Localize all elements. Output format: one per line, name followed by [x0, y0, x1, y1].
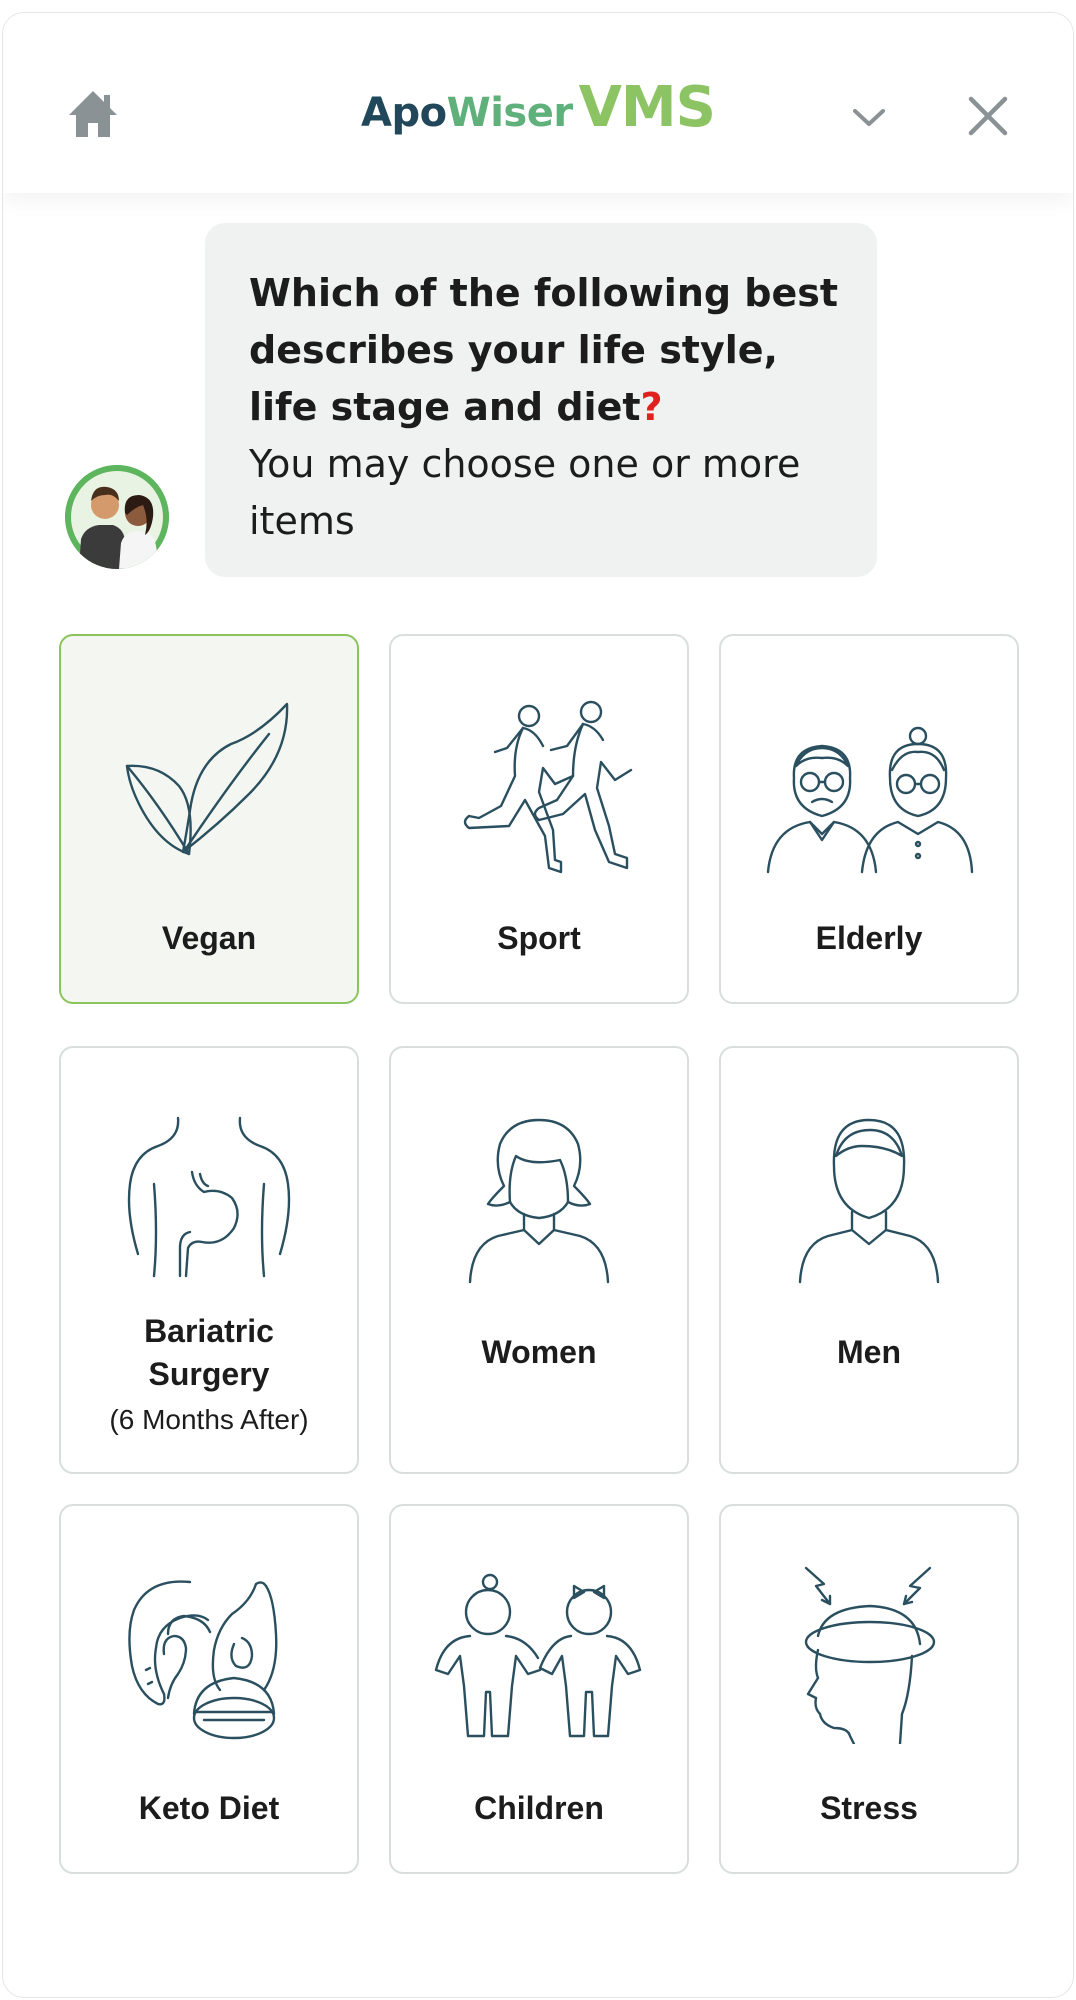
- keto-food-icon: [128, 1580, 278, 1740]
- children-icon: [434, 1573, 642, 1738]
- close-button[interactable]: [963, 91, 1013, 141]
- leaf-icon: [125, 702, 289, 856]
- close-icon: [968, 96, 1008, 136]
- home-button[interactable]: [65, 87, 121, 139]
- option-men[interactable]: Men: [719, 1046, 1019, 1474]
- expand-button[interactable]: [849, 97, 889, 137]
- runners-icon: [463, 700, 633, 874]
- chevron-down-icon: [853, 109, 885, 126]
- home-icon: [69, 91, 117, 137]
- option-label: Stress: [820, 1790, 918, 1826]
- stomach-torso-icon: [127, 1116, 291, 1278]
- option-label: Vegan: [161, 920, 257, 956]
- option-sublabel: (6 Months After): [109, 1404, 309, 1435]
- option-label: Children: [474, 1790, 604, 1826]
- assistant-couple-icon: [65, 465, 169, 569]
- option-label: Keto Diet: [138, 1790, 280, 1826]
- app-window: Apo Wiser VMS Which of the following best …: [2, 12, 1074, 1998]
- app-logo: Apo Wiser VMS: [361, 75, 716, 155]
- option-women[interactable]: Women: [389, 1046, 689, 1474]
- logo-wiser: Wiser: [446, 90, 574, 136]
- option-label: Women: [481, 1334, 597, 1370]
- option-vegan[interactable]: Vegan: [59, 634, 359, 1004]
- option-stress[interactable]: Stress: [719, 1504, 1019, 1874]
- option-label: Elderly: [815, 920, 923, 956]
- question-subtitle: You may choose one or more items: [249, 442, 801, 543]
- question-bubble: Which of the following best describes yo…: [205, 223, 877, 577]
- header-bar: Apo Wiser VMS: [3, 13, 1073, 193]
- assistant-avatar: [65, 465, 169, 569]
- option-children[interactable]: Children: [389, 1504, 689, 1874]
- woman-icon: [468, 1118, 610, 1284]
- option-sport[interactable]: Sport: [389, 634, 689, 1004]
- logo-vms: VMS: [578, 75, 716, 140]
- option-keto-diet[interactable]: Keto Diet: [59, 1504, 359, 1874]
- stressed-head-icon: [804, 1566, 936, 1744]
- elderly-couple-icon: [766, 726, 974, 874]
- question-mark: ?: [640, 385, 663, 429]
- question-title: Which of the following best describes yo…: [249, 271, 839, 429]
- man-icon: [798, 1118, 940, 1284]
- option-label: Bariatric Surgery: [144, 1313, 274, 1392]
- option-label: Sport: [497, 920, 581, 956]
- option-elderly[interactable]: Elderly: [719, 634, 1019, 1004]
- option-bariatric-surgery[interactable]: Bariatric Surgery (6 Months After): [59, 1046, 359, 1474]
- option-label: Men: [837, 1334, 901, 1370]
- logo-apo: Apo: [361, 90, 447, 136]
